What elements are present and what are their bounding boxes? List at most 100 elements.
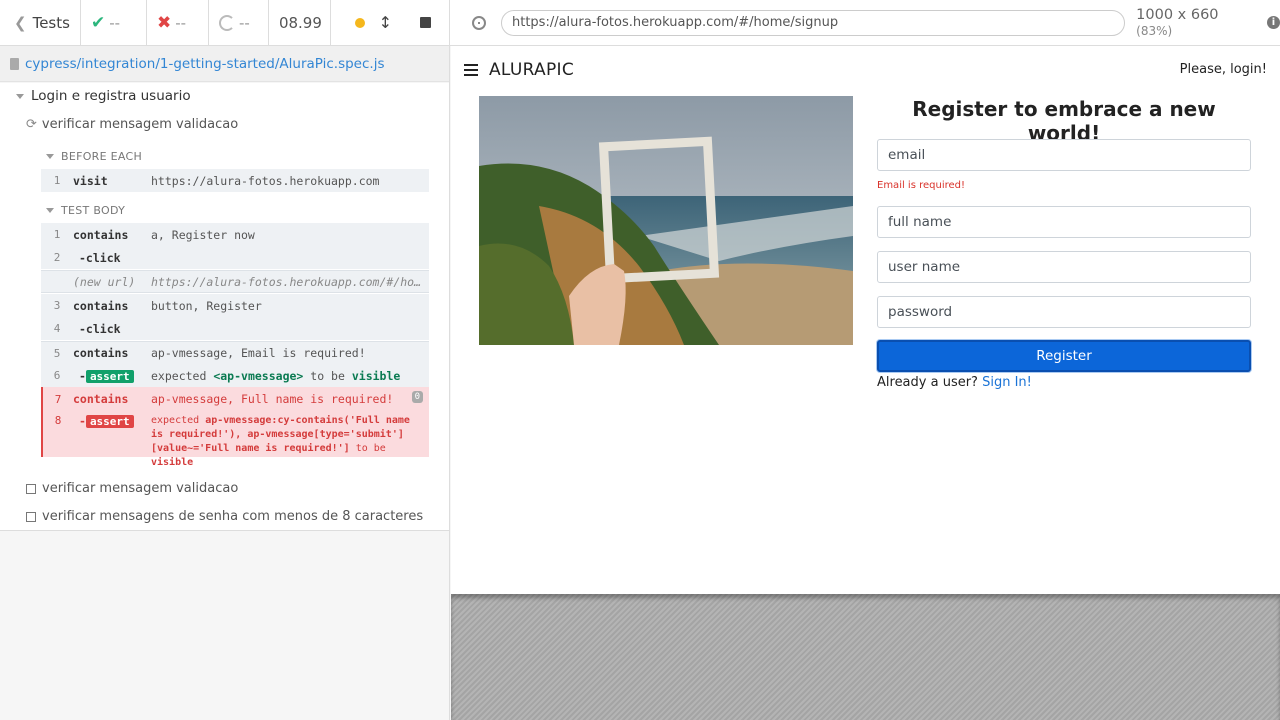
hook-label: BEFORE EACH: [61, 150, 143, 163]
spec-path[interactable]: cypress/integration/1-getting-started/Al…: [25, 56, 384, 72]
hook-label: TEST BODY: [61, 204, 126, 217]
login-link[interactable]: Please, login!: [1180, 62, 1267, 77]
assert-expected: expected: [151, 368, 207, 383]
app-under-test: ALURAPIC Please, login! Register to embr…: [451, 46, 1280, 594]
duration: 08.99: [269, 0, 331, 46]
email-field[interactable]: email: [877, 139, 1251, 171]
hamburger-menu-icon[interactable]: [464, 64, 478, 76]
viewport-zoom: (83%): [1136, 23, 1173, 38]
pending-spinner-icon: [218, 14, 235, 31]
refresh-icon: ⟳: [26, 117, 37, 132]
assert-expected: expected: [151, 415, 200, 426]
brand-logo[interactable]: ALURAPIC: [489, 60, 574, 80]
suite-title-text: Login e registra usuario: [31, 88, 191, 104]
pending-checkbox-icon: [26, 483, 36, 494]
url-text: https://alura-fotos.herokuapp.com/#/home…: [511, 15, 839, 30]
chevron-left-icon: ❮: [14, 13, 27, 32]
command-number: 6: [53, 369, 61, 382]
password-placeholder: password: [888, 304, 953, 320]
run-controls: ↕: [331, 0, 449, 46]
passed-value: --: [109, 13, 121, 32]
command-number: 7: [54, 392, 62, 406]
pending-value: --: [238, 13, 250, 32]
command-name: -click: [79, 250, 121, 265]
command-message: ap-vmessage, Email is required!: [151, 346, 366, 360]
command-message: https://alura-fotos.herokuapp.com/#/home…: [151, 274, 426, 289]
signin-link[interactable]: Sign In!: [982, 375, 1032, 390]
command-name: (new url): [73, 274, 136, 289]
command-row-failed[interactable]: 7 contains ap-vmessage, Full name is req…: [41, 387, 429, 411]
pending-checkbox-icon: [26, 511, 36, 522]
assert-badge: assert: [85, 415, 134, 428]
command-number: 8: [54, 414, 62, 427]
info-icon[interactable]: i: [1267, 16, 1280, 29]
command-message: a, Register now: [151, 227, 255, 242]
failed-value: --: [175, 13, 187, 32]
cross-icon: ✖: [156, 12, 172, 33]
command-number: 1: [53, 228, 61, 241]
assert-element: <ap-vmessage>: [213, 368, 304, 383]
command-number: 3: [53, 299, 61, 312]
collapse-caret-icon: [46, 154, 54, 159]
command-message: https://alura-fotos.herokuapp.com: [151, 173, 380, 188]
command-row[interactable]: 4 -click: [41, 317, 429, 340]
assert-visible: visible: [151, 457, 194, 468]
command-row[interactable]: 1 visit https://alura-fotos.herokuapp.co…: [41, 169, 429, 192]
fullname-placeholder: full name: [888, 214, 952, 230]
viewport-dimensions: 1000 x 660: [1136, 6, 1219, 23]
stop-button-icon[interactable]: [420, 17, 431, 28]
runnable-list: Login e registra usuario ⟳ verificar men…: [0, 83, 449, 531]
command-message: button, Register: [151, 298, 262, 313]
command-row[interactable]: 3 contains button, Register: [41, 294, 429, 317]
password-field[interactable]: password: [877, 296, 1251, 328]
test-running-text: verificar mensagem validacao: [41, 117, 239, 132]
element-count-badge: 0: [411, 391, 423, 403]
command-name: -click: [79, 321, 121, 336]
pending-test[interactable]: verificar mensagem validacao: [26, 481, 238, 496]
command-row-assert[interactable]: 6 - assert expected <ap-vmessage> to be v…: [41, 364, 429, 387]
hero-photo: [479, 96, 853, 345]
command-row-new-url[interactable]: (new url) https://alura-fotos.herokuapp.…: [41, 270, 429, 293]
pending-test[interactable]: verificar mensagens de senha com menos d…: [26, 509, 423, 524]
command-name: contains: [73, 227, 129, 242]
register-button[interactable]: Register: [877, 340, 1251, 372]
pending-count: --: [209, 0, 269, 46]
url-bar[interactable]: https://alura-fotos.herokuapp.com/#/home…: [500, 9, 1126, 36]
file-icon: [10, 57, 19, 70]
assert-error-message: expected ap-vmessage:cy-contains('Full n…: [151, 414, 425, 470]
before-each-hook[interactable]: BEFORE EACH: [46, 150, 142, 163]
assert-to-be: to be: [310, 368, 345, 383]
test-running-title[interactable]: ⟳ verificar mensagem validacao: [26, 117, 238, 132]
failed-count: ✖ --: [147, 0, 209, 46]
spec-path-bar[interactable]: cypress/integration/1-getting-started/Al…: [0, 46, 449, 82]
command-row[interactable]: 5 contains ap-vmessage, Email is require…: [41, 341, 429, 364]
viewport-size[interactable]: 1000 x 660 (83%): [1136, 7, 1259, 39]
running-indicator-icon: [354, 17, 365, 28]
test-body-hook[interactable]: TEST BODY: [46, 204, 125, 217]
collapse-caret-icon: [46, 208, 54, 213]
assert-visible: visible: [351, 368, 401, 383]
command-number: 2: [53, 251, 61, 264]
command-message: ap-vmessage, Full name is required!: [151, 392, 394, 406]
command-number: 1: [53, 174, 61, 187]
suite-title[interactable]: Login e registra usuario: [16, 88, 191, 104]
passed-count: ✔ --: [81, 0, 147, 46]
assert-to-be: to be: [355, 443, 386, 454]
collapse-caret-icon: [16, 93, 24, 99]
fullname-field[interactable]: full name: [877, 206, 1251, 238]
command-row[interactable]: 2 -click: [41, 246, 429, 269]
username-field[interactable]: user name: [877, 251, 1251, 283]
stats-bar: ❮ Tests ✔ -- ✖ -- -- 08.99 ↕: [0, 0, 449, 46]
tests-button[interactable]: ❮ Tests: [0, 0, 81, 46]
command-row[interactable]: 1 contains a, Register now: [41, 223, 429, 246]
tests-label: Tests: [32, 13, 70, 32]
email-error-message: Email is required!: [877, 180, 965, 191]
test-reporter: ❮ Tests ✔ -- ✖ -- -- 08.99 ↕ cypress/integ…: [0, 0, 450, 720]
aut-empty-area: [451, 594, 1280, 720]
command-number: 4: [53, 322, 61, 335]
command-row-failed-assert[interactable]: 8 - assert expected ap-vmessage:cy-contai…: [41, 411, 429, 468]
form-title: Register to embrace a new world!: [912, 97, 1216, 145]
command-name: contains: [73, 298, 129, 313]
selector-playground-icon[interactable]: [472, 15, 486, 30]
auto-scroll-toggle-icon[interactable]: ↕: [379, 13, 392, 32]
